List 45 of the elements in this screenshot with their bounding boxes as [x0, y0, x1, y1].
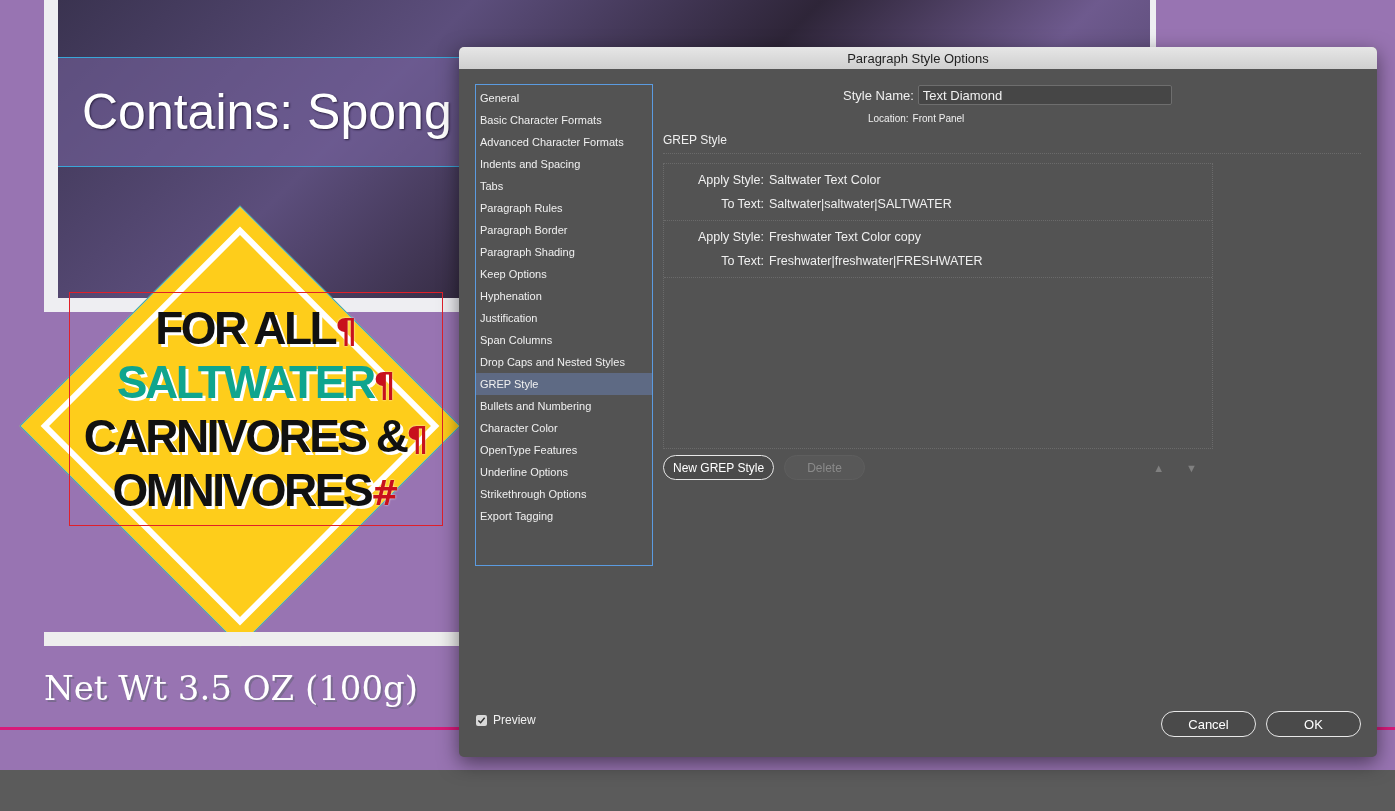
- category-item[interactable]: Paragraph Border: [476, 219, 652, 241]
- category-item[interactable]: General: [476, 87, 652, 109]
- category-item[interactable]: OpenType Features: [476, 439, 652, 461]
- new-grep-style-button[interactable]: New GREP Style: [663, 455, 775, 480]
- category-item[interactable]: GREP Style: [476, 373, 652, 395]
- category-item[interactable]: Keep Options: [476, 263, 652, 285]
- style-name-field[interactable]: Text Diamond: [917, 85, 1172, 105]
- category-item[interactable]: Justification: [476, 307, 652, 329]
- category-item[interactable]: Paragraph Shading: [476, 241, 652, 263]
- category-item[interactable]: Basic Character Formats: [476, 109, 652, 131]
- ok-button[interactable]: OK: [1266, 711, 1361, 737]
- hidden-character-mark: ¶: [373, 364, 396, 407]
- category-item[interactable]: Advanced Character Formats: [476, 131, 652, 153]
- dialog-title: Paragraph Style Options: [847, 50, 989, 66]
- location-label: Location:: [868, 113, 909, 124]
- category-item[interactable]: Character Color: [476, 417, 652, 439]
- grep-expression[interactable]: Freshwater|freshwater|FRESHWATER: [769, 254, 983, 268]
- headline-text: Contains: Spong: [82, 83, 452, 141]
- cancel-button[interactable]: Cancel: [1161, 711, 1256, 737]
- character-style-name[interactable]: Saltwater Text Color: [769, 173, 881, 187]
- character-style-name[interactable]: Freshwater Text Color copy: [769, 230, 921, 244]
- to-text-label: To Text:: [720, 197, 764, 211]
- sign-text: OMNIVORES: [112, 463, 372, 517]
- style-name-label: Style Name:: [843, 87, 914, 103]
- to-text-label: To Text:: [720, 254, 764, 268]
- category-item[interactable]: Tabs: [476, 175, 652, 197]
- apply-style-label: Apply Style:: [697, 173, 764, 187]
- sign-text: SALTWATER: [116, 355, 374, 409]
- grep-expression[interactable]: Saltwater|saltwater|SALTWATER: [769, 197, 952, 211]
- apply-style-label: Apply Style:: [697, 230, 764, 244]
- category-item[interactable]: Export Tagging: [476, 505, 652, 527]
- category-item[interactable]: Indents and Spacing: [476, 153, 652, 175]
- location-value: Front Panel: [912, 113, 965, 124]
- section-title: GREP Style: [663, 133, 728, 147]
- category-item[interactable]: Hyphenation: [476, 285, 652, 307]
- category-item[interactable]: Strikethrough Options: [476, 483, 652, 505]
- preview-checkbox[interactable]: Preview: [476, 713, 653, 727]
- category-item[interactable]: Bullets and Numbering: [476, 395, 652, 417]
- sign-text: CARNIVORES &: [83, 409, 407, 463]
- category-item[interactable]: Paragraph Rules: [476, 197, 652, 219]
- checkbox-icon[interactable]: [476, 714, 487, 726]
- net-weight-text: Net Wt 3.5 OZ (100g): [44, 668, 419, 708]
- category-item[interactable]: Drop Caps and Nested Styles: [476, 351, 652, 373]
- category-item[interactable]: Span Columns: [476, 329, 652, 351]
- category-item[interactable]: Underline Options: [476, 461, 652, 483]
